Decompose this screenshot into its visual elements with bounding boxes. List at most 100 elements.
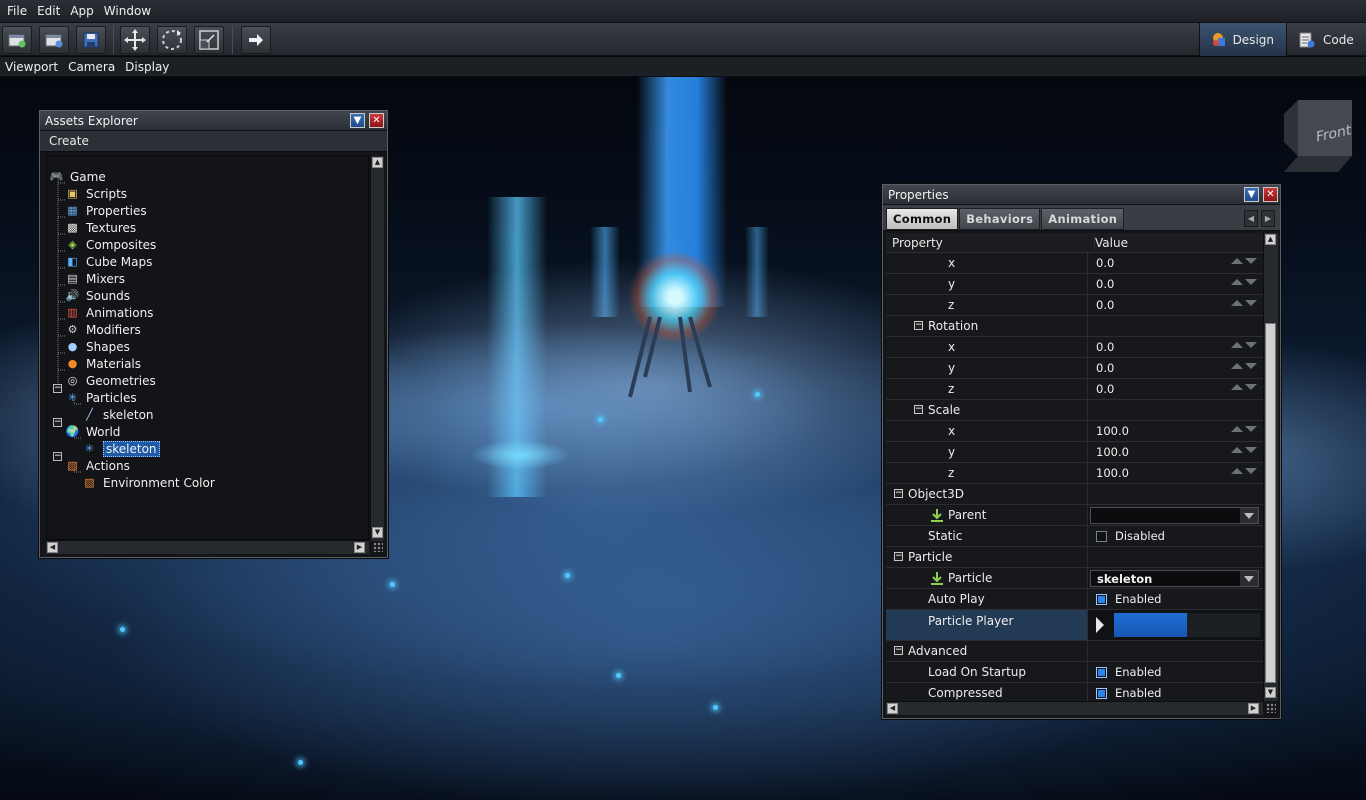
tree-item-environment-color[interactable]: ▧ Environment Color	[82, 474, 214, 491]
scroll-right-icon[interactable]: ▶	[354, 542, 365, 553]
tree-item-skeleton[interactable]: ✳ skeleton	[82, 440, 160, 457]
tree-item-cube-maps[interactable]: ◧ Cube Maps	[65, 253, 152, 270]
tab-behaviors[interactable]: Behaviors	[959, 208, 1041, 230]
save-button[interactable]	[76, 26, 106, 54]
tab-scroll-right-icon[interactable]: ▶	[1261, 210, 1275, 227]
tree-item-sounds[interactable]: 🔊 Sounds	[65, 287, 130, 304]
tree-item-geometries[interactable]: ◎ Geometries	[65, 372, 156, 389]
menu-file[interactable]: File	[2, 0, 32, 22]
subgroup-collapse-toggle[interactable]: −	[914, 405, 923, 414]
property-row-z[interactable]: z 0.0	[886, 379, 1263, 400]
code-mode-button[interactable]: Code	[1287, 23, 1366, 56]
property-row-static[interactable]: Static Disabled	[886, 526, 1263, 547]
property-row-z[interactable]: z 0.0	[886, 295, 1263, 316]
rotate-tool-button[interactable]	[157, 26, 187, 54]
property-row-z[interactable]: z 100.0	[886, 463, 1263, 484]
particle-player-progress[interactable]	[1114, 613, 1260, 637]
property-row-object3d[interactable]: − Object3D	[886, 484, 1263, 505]
property-value[interactable]: skeleton	[1087, 568, 1263, 588]
world-collapse-toggle[interactable]: −	[53, 418, 62, 427]
property-row-parent[interactable]: Parent	[886, 505, 1263, 526]
spinner-arrows-icon[interactable]	[1231, 342, 1257, 348]
spinner-arrows-icon[interactable]	[1231, 279, 1257, 285]
new-scene-button[interactable]	[2, 26, 32, 54]
open-button[interactable]	[39, 26, 69, 54]
property-value[interactable]: Enabled	[1087, 662, 1263, 682]
tree-item-skeleton[interactable]: ╱ skeleton	[82, 406, 153, 423]
property-row-particle-player[interactable]: Particle Player	[886, 610, 1263, 641]
property-row-particle[interactable]: − Particle	[886, 547, 1263, 568]
tab-common[interactable]: Common	[886, 208, 959, 230]
properties-dropdown-button[interactable]: ▼	[1244, 187, 1259, 202]
menu-app[interactable]: App	[65, 0, 98, 22]
spinner-arrows-icon[interactable]	[1231, 447, 1257, 453]
subgroup-collapse-toggle[interactable]: −	[914, 321, 923, 330]
resize-grip-icon[interactable]	[373, 542, 383, 552]
properties-vertical-scrollbar[interactable]: ▲ ▼	[1263, 233, 1278, 701]
assets-explorer-titlebar[interactable]: Assets Explorer ▼ ✕	[40, 111, 387, 131]
assets-close-button[interactable]: ✕	[369, 113, 384, 128]
scroll-right-icon[interactable]: ▶	[1248, 703, 1259, 714]
checkbox[interactable]	[1096, 593, 1107, 605]
chevron-down-icon[interactable]	[1240, 508, 1258, 523]
property-row-y[interactable]: y 0.0	[886, 274, 1263, 295]
property-value[interactable]: 0.0	[1087, 379, 1263, 399]
menu-window[interactable]: Window	[99, 0, 156, 22]
checkbox[interactable]	[1096, 687, 1107, 699]
properties-titlebar[interactable]: Properties ▼ ✕	[883, 185, 1280, 205]
property-value[interactable]: Disabled	[1087, 526, 1263, 546]
property-row-y[interactable]: y 0.0	[886, 358, 1263, 379]
spinner-arrows-icon[interactable]	[1231, 468, 1257, 474]
property-value[interactable]: Enabled	[1087, 683, 1263, 703]
property-value[interactable]: 0.0	[1087, 337, 1263, 357]
tree-item-shapes[interactable]: ● Shapes	[65, 338, 130, 355]
design-mode-button[interactable]: Design	[1199, 23, 1287, 56]
create-menu[interactable]: Create	[40, 131, 387, 152]
tree-item-properties[interactable]: ▦ Properties	[65, 202, 146, 219]
tree-item-materials[interactable]: ● Materials	[65, 355, 141, 372]
spinner-arrows-icon[interactable]	[1231, 384, 1257, 390]
navigation-cube[interactable]: Front	[1284, 100, 1352, 172]
group-collapse-toggle[interactable]: −	[894, 552, 903, 561]
property-value[interactable]	[1087, 610, 1263, 640]
actions-collapse-toggle[interactable]: −	[53, 452, 62, 461]
assets-dropdown-button[interactable]: ▼	[350, 113, 365, 128]
property-value[interactable]: 0.0	[1087, 274, 1263, 294]
property-row-x[interactable]: x 100.0	[886, 421, 1263, 442]
scale-tool-button[interactable]	[194, 26, 224, 54]
property-row-y[interactable]: y 100.0	[886, 442, 1263, 463]
resize-grip-icon[interactable]	[1266, 703, 1276, 713]
tree-item-mixers[interactable]: ▤ Mixers	[65, 270, 125, 287]
scroll-left-icon[interactable]: ◀	[887, 703, 898, 714]
menu-camera[interactable]: Camera	[63, 57, 120, 77]
assets-horizontal-scrollbar[interactable]: ◀ ▶	[46, 540, 369, 554]
scroll-down-icon[interactable]: ▼	[372, 527, 383, 538]
property-value[interactable]: 0.0	[1087, 295, 1263, 315]
tree-item-world[interactable]: 🌍 World	[65, 423, 121, 440]
spinner-arrows-icon[interactable]	[1231, 258, 1257, 264]
property-value[interactable]: 0.0	[1087, 253, 1263, 273]
spinner-arrows-icon[interactable]	[1231, 426, 1257, 432]
spinner-arrows-icon[interactable]	[1231, 363, 1257, 369]
scroll-up-icon[interactable]: ▲	[1265, 234, 1276, 245]
chevron-down-icon[interactable]	[1240, 571, 1258, 586]
tree-item-particles[interactable]: ✳ Particles	[65, 389, 137, 406]
particles-collapse-toggle[interactable]: −	[53, 384, 62, 393]
tree-item-composites[interactable]: ◈ Composites	[65, 236, 156, 253]
property-value[interactable]: 0.0	[1087, 358, 1263, 378]
property-value[interactable]	[1087, 505, 1263, 525]
property-row-x[interactable]: x 0.0	[886, 337, 1263, 358]
group-collapse-toggle[interactable]: −	[894, 646, 903, 655]
property-value[interactable]: Enabled	[1087, 589, 1263, 609]
tab-animation[interactable]: Animation	[1041, 208, 1125, 230]
dropdown-select[interactable]: skeleton	[1090, 570, 1259, 587]
property-row-load-on-startup[interactable]: Load On Startup Enabled	[886, 662, 1263, 683]
property-value[interactable]: 100.0	[1087, 463, 1263, 483]
property-row-rotation[interactable]: − Rotation	[886, 316, 1263, 337]
assets-vertical-scrollbar[interactable]: ▲ ▼	[370, 156, 384, 541]
menu-edit[interactable]: Edit	[32, 0, 65, 22]
spinner-arrows-icon[interactable]	[1231, 300, 1257, 306]
tree-item-textures[interactable]: ▩ Textures	[65, 219, 136, 236]
tree-item-game[interactable]: 🎮 Game	[49, 168, 106, 185]
tree-item-actions[interactable]: ▧ Actions	[65, 457, 130, 474]
